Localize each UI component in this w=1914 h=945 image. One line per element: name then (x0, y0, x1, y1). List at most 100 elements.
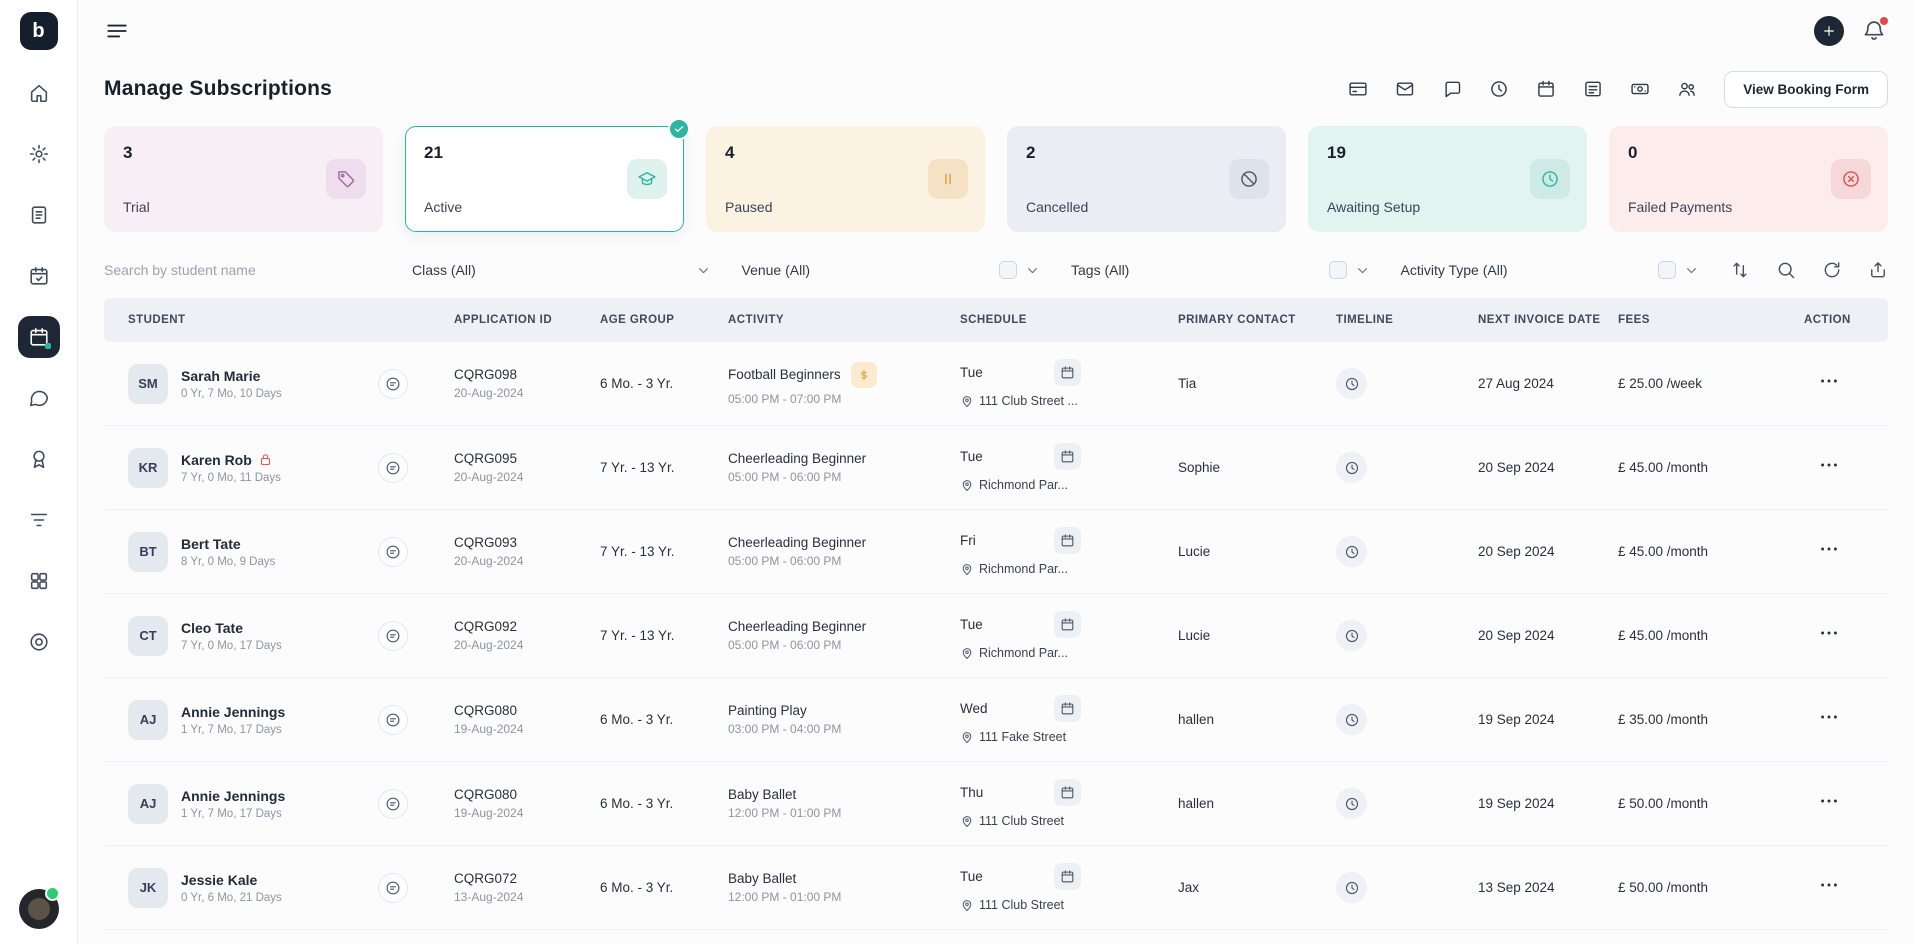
calendar-icon[interactable] (1536, 79, 1556, 99)
sidebar-item-notes[interactable] (18, 194, 60, 236)
stat-card-cancelled[interactable]: 2Cancelled (1007, 126, 1286, 232)
calendar-icon[interactable] (1054, 863, 1081, 890)
table-row[interactable]: BTBert Tate8 Yr, 0 Mo, 9 DaysCQRG09320-A… (104, 510, 1888, 594)
fee-badge-icon[interactable] (851, 362, 877, 388)
pin-icon (960, 814, 974, 828)
column-header: ACTIVITY (728, 314, 960, 326)
sidebar-item-bookings[interactable] (18, 255, 60, 297)
activity-name: Cheerleading Beginner (728, 619, 866, 634)
stat-card-paused[interactable]: 4Paused (706, 126, 985, 232)
chat-circle-icon[interactable] (378, 621, 408, 651)
calendar-icon (28, 326, 50, 348)
dropdown-label: Activity Type (All) (1401, 262, 1508, 278)
view-booking-form-button[interactable]: View Booking Form (1724, 71, 1888, 108)
student-age: 8 Yr, 0 Mo, 9 Days (181, 556, 275, 568)
lock-icon (258, 452, 273, 467)
cash-icon[interactable] (1630, 79, 1650, 99)
dropdown-activity-type-all[interactable]: Activity Type (All) (1401, 261, 1701, 279)
student-name: Bert Tate (181, 536, 241, 552)
search-icon[interactable] (1776, 260, 1796, 280)
stat-card-active[interactable]: 21Active (405, 126, 684, 232)
calendar-icon[interactable] (1054, 359, 1081, 386)
sidebar-item-dashboard[interactable] (18, 560, 60, 602)
card-icon[interactable] (1348, 79, 1368, 99)
search-input[interactable] (104, 262, 382, 278)
calendar-check-icon (28, 265, 50, 287)
chat-circle-icon[interactable] (378, 873, 408, 903)
sidebar: b (0, 0, 78, 945)
timeline-icon[interactable] (1336, 536, 1367, 567)
dropdown-venue-all[interactable]: Venue (All) (742, 261, 1042, 279)
refresh-icon[interactable] (1822, 260, 1842, 280)
timeline-icon[interactable] (1336, 704, 1367, 735)
sidebar-item-subscriptions[interactable] (18, 316, 60, 358)
calendar-icon[interactable] (1054, 779, 1081, 806)
tag-icon (326, 159, 366, 199)
calendar-icon[interactable] (1054, 695, 1081, 722)
timeline-icon[interactable] (1336, 872, 1367, 903)
stat-card-failed-payments[interactable]: 0Failed Payments (1609, 126, 1888, 232)
list-icon[interactable] (1583, 79, 1603, 99)
chat-circle-icon[interactable] (378, 705, 408, 735)
table-row[interactable]: CTCleo Tate7 Yr, 0 Mo, 17 DaysCQRG09220-… (104, 594, 1888, 678)
sidebar-item-help[interactable] (18, 621, 60, 663)
dropdown-tags-all[interactable]: Tags (All) (1071, 261, 1371, 279)
checkbox[interactable] (1329, 261, 1347, 279)
chat-circle-icon[interactable] (378, 369, 408, 399)
student-name: Annie Jennings (181, 788, 285, 804)
table-row[interactable]: JKJessie Kale0 Yr, 6 Mo, 21 DaysCQRG0721… (104, 846, 1888, 930)
chat-circle-icon[interactable] (378, 453, 408, 483)
student-age: 1 Yr, 7 Mo, 17 Days (181, 808, 285, 820)
row-actions-button[interactable] (1818, 706, 1840, 728)
clock-icon[interactable] (1489, 79, 1509, 99)
chat-circle-icon[interactable] (378, 789, 408, 819)
chat-circle-icon[interactable] (378, 537, 408, 567)
row-actions-button[interactable] (1818, 874, 1840, 896)
column-header: TIMELINE (1336, 314, 1478, 326)
table-row[interactable]: AJAnnie Jennings1 Yr, 7 Mo, 17 DaysCQRG0… (104, 762, 1888, 846)
timeline-icon[interactable] (1336, 788, 1367, 819)
header-toolbar (1348, 79, 1697, 99)
student-name: Cleo Tate (181, 620, 243, 636)
stat-card-awaiting-setup[interactable]: 19Awaiting Setup (1308, 126, 1587, 232)
stat-card-trial[interactable]: 3Trial (104, 126, 383, 232)
schedule-day: Tue (960, 869, 1012, 884)
timeline-icon[interactable] (1336, 452, 1367, 483)
add-button[interactable] (1814, 16, 1844, 46)
notifications-button[interactable] (1862, 18, 1888, 44)
sidebar-item-certificates[interactable] (18, 438, 60, 480)
row-actions-button[interactable] (1818, 622, 1840, 644)
swap-icon[interactable] (1730, 260, 1750, 280)
row-actions-button[interactable] (1818, 454, 1840, 476)
sidebar-item-tasks[interactable] (18, 499, 60, 541)
row-actions-button[interactable] (1818, 790, 1840, 812)
menu-icon[interactable] (104, 18, 130, 44)
calendar-icon[interactable] (1054, 527, 1081, 554)
column-header: SCHEDULE (960, 314, 1178, 326)
dropdown-class-all[interactable]: Class (All) (412, 261, 712, 279)
venue: Richmond Par... (979, 646, 1068, 660)
mail-icon[interactable] (1395, 79, 1415, 99)
message-icon[interactable] (1442, 79, 1462, 99)
checkbox[interactable] (1658, 261, 1676, 279)
table-row[interactable]: AJAnnie Jennings1 Yr, 7 Mo, 17 DaysCQRG0… (104, 678, 1888, 762)
users-icon[interactable] (1677, 79, 1697, 99)
sidebar-item-settings[interactable] (18, 133, 60, 175)
app-logo[interactable]: b (20, 12, 58, 50)
calendar-icon[interactable] (1054, 611, 1081, 638)
user-avatar[interactable] (19, 889, 59, 929)
timeline-icon[interactable] (1336, 368, 1367, 399)
sidebar-item-messages[interactable] (18, 377, 60, 419)
avatar: AJ (128, 700, 168, 740)
stat-count: 4 (725, 143, 966, 163)
checkbox[interactable] (999, 261, 1017, 279)
timeline-icon[interactable] (1336, 620, 1367, 651)
table-row[interactable]: KRKaren Rob7 Yr, 0 Mo, 11 DaysCQRG09520-… (104, 426, 1888, 510)
sidebar-item-home[interactable] (18, 72, 60, 114)
row-actions-button[interactable] (1818, 538, 1840, 560)
application-id: CQRG080 (454, 787, 590, 802)
calendar-icon[interactable] (1054, 443, 1081, 470)
row-actions-button[interactable] (1818, 370, 1840, 392)
export-icon[interactable] (1868, 260, 1888, 280)
table-row[interactable]: SMSarah Marie0 Yr, 7 Mo, 10 DaysCQRG0982… (104, 342, 1888, 426)
